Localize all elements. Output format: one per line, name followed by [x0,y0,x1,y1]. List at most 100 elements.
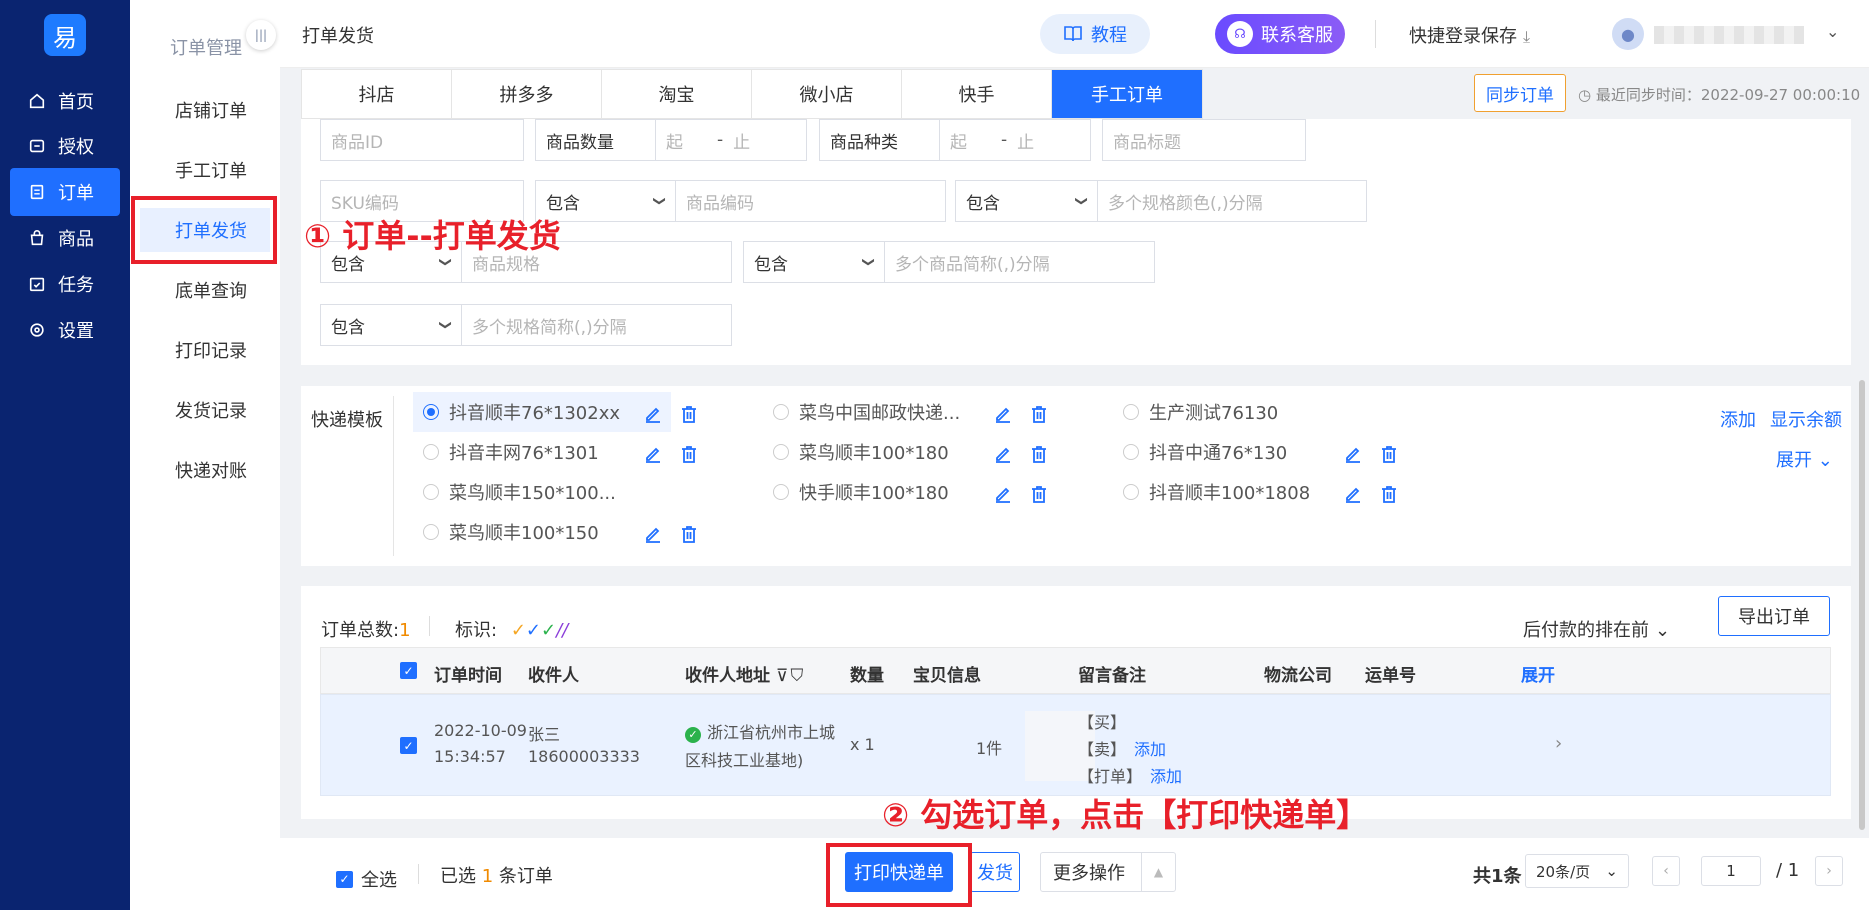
submenu-item-ship-log[interactable]: 发货记录 [140,388,270,432]
spec-color-input[interactable]: 多个规格颜色(,)分隔 [1098,189,1263,214]
submenu-item-print-log[interactable]: 打印记录 [140,328,270,372]
more-actions-button[interactable]: 更多操作 ▲ [1040,852,1176,892]
add-seller-note-link[interactable]: 添加 [1134,740,1166,759]
caret-up-icon[interactable]: ▲ [1141,853,1175,891]
contains-select[interactable]: 包含 ❯ [956,181,1098,221]
quick-login-save[interactable]: 快捷登录保存 ⤓ [1409,22,1530,48]
trash-icon[interactable] [679,404,699,424]
select-value: 包含 [546,193,580,214]
prev-page-button[interactable]: ‹ [1652,856,1680,886]
trash-icon[interactable] [679,444,699,464]
radio-icon [423,524,439,540]
nav-item-home[interactable]: 首页 [10,77,120,125]
table-row[interactable]: ✓ 2022-10-09 15:34:57 张三 18600003333 ✓ 浙江… [320,694,1831,796]
template-option[interactable]: 菜鸟中国邮政快递... [763,392,1021,432]
product-title-input[interactable]: 商品标题 [1102,119,1306,161]
nav-item-orders[interactable]: 订单 [10,168,120,216]
nav-item-products[interactable]: 商品 [10,214,120,262]
submenu-item-store-orders[interactable]: 店铺订单 [140,88,270,132]
check-yellow-icon[interactable]: ✓ [511,620,526,641]
tab-pinduoduo[interactable]: 拼多多 [452,70,602,118]
column-header-label: 收件人地址 [685,666,770,686]
submenu-item-reconcile[interactable]: 快递对账 [140,448,270,492]
submenu-item-manual-orders[interactable]: 手工订单 [140,148,270,192]
template-option[interactable]: 快手顺丰100*180 [763,472,1021,512]
tab-taobao[interactable]: 淘宝 [602,70,752,118]
trash-icon[interactable] [679,524,699,544]
edit-icon[interactable] [1343,484,1363,504]
edit-icon[interactable] [643,444,663,464]
tab-weixiaodian[interactable]: 微小店 [752,70,902,118]
tab-douyin[interactable]: 抖店 [302,70,452,118]
quantity-from-input[interactable]: 起 [656,128,683,153]
app-logo[interactable]: 易 [44,14,86,56]
edit-icon[interactable] [643,524,663,544]
collapse-menu-button[interactable]: ||| [246,20,276,50]
trash-icon[interactable] [1029,404,1049,424]
edit-icon[interactable] [1343,444,1363,464]
edit-icon[interactable] [993,484,1013,504]
trash-icon[interactable] [1379,444,1399,464]
ship-button[interactable]: 发货 [970,852,1020,892]
template-option[interactable]: 抖音顺丰76*1302xx [413,392,671,432]
more-actions-label: 更多操作 [1053,863,1125,884]
filter-icon[interactable]: ⊽ [776,666,788,686]
sync-orders-button[interactable]: 同步订单 [1474,74,1566,112]
product-code-input[interactable]: 商品编码 [676,189,754,214]
expand-all-link[interactable]: 展开 [1521,661,1555,686]
trash-icon[interactable] [1379,484,1399,504]
contact-service-button[interactable]: ☊ 联系客服 [1215,14,1345,54]
spec-short-input[interactable]: 多个规格简称(,)分隔 [462,313,627,338]
sort-select[interactable]: 后付款的排在前 ⌄ [1523,616,1670,642]
selected-count: 已选 1 条订单 [440,862,553,888]
kind-from-input[interactable]: 起 [940,128,967,153]
divider [418,864,419,884]
scrollbar[interactable] [1859,380,1865,830]
add-template-link[interactable]: 添加 [1720,406,1756,432]
shield-check-icon[interactable]: ⛉ [790,666,803,686]
select-all[interactable]: ✓ 全选 [336,866,397,892]
short-name-input[interactable]: 多个商品简称(,)分隔 [885,250,1050,275]
tutorial-button[interactable]: 教程 [1040,14,1150,54]
template-option[interactable]: 生产测试76130 [1113,392,1371,432]
submenu-item-waybill-query[interactable]: 底单查询 [140,268,270,312]
nav-item-tasks[interactable]: 任务 [10,260,120,308]
quantity-to-input[interactable]: 止 [723,128,750,153]
trash-icon[interactable] [1029,444,1049,464]
select-all-checkbox[interactable]: ✓ [400,662,417,679]
trash-icon[interactable] [1029,484,1049,504]
tab-kuaishou[interactable]: 快手 [902,70,1052,118]
kind-to-input[interactable]: 止 [1007,128,1034,153]
template-option[interactable]: 菜鸟顺丰100*150 [413,512,671,552]
slash-purple-icon[interactable]: // [556,620,568,641]
page-size-select[interactable]: 20条/页 ⌄ [1525,854,1629,888]
template-option[interactable]: 菜鸟顺丰150*100... [413,472,671,512]
template-name: 抖音丰网76*1301 [449,443,599,464]
template-option[interactable]: 抖音顺丰100*1808 [1113,472,1371,512]
chevron-down-icon[interactable]: ⌄ [1826,22,1839,41]
show-balance-link[interactable]: 显示余额 [1770,406,1842,432]
row-checkbox[interactable]: ✓ [400,737,417,754]
chevron-right-icon[interactable]: › [1555,733,1562,754]
contains-select[interactable]: 包含 ❯ [744,242,885,282]
edit-icon[interactable] [993,444,1013,464]
next-page-button[interactable]: › [1815,856,1843,886]
avatar[interactable]: ● [1612,18,1644,50]
product-id-input[interactable]: 商品ID [320,119,524,161]
template-option[interactable]: 菜鸟顺丰100*180 [763,432,1021,472]
nav-item-settings[interactable]: 设置 [10,306,120,354]
template-option[interactable]: 抖音丰网76*1301 [413,432,671,472]
edit-icon[interactable] [993,404,1013,424]
contains-select[interactable]: 包含 ❯ [321,305,462,345]
add-print-note-link[interactable]: 添加 [1150,767,1182,786]
check-green-icon[interactable]: ✓ [541,620,556,641]
check-blue-icon[interactable]: ✓ [526,620,541,641]
export-orders-button[interactable]: 导出订单 [1718,596,1830,636]
template-option[interactable]: 抖音中通76*130 [1113,432,1371,472]
nav-item-auth[interactable]: 授权 [10,122,120,170]
edit-icon[interactable] [643,404,663,424]
tab-manual-orders[interactable]: 手工订单 [1052,70,1202,118]
expand-templates-link[interactable]: 展开 ⌄ [1776,446,1833,472]
page-number-input[interactable]: 1 [1701,856,1761,886]
select-all-checkbox[interactable]: ✓ [336,870,353,888]
